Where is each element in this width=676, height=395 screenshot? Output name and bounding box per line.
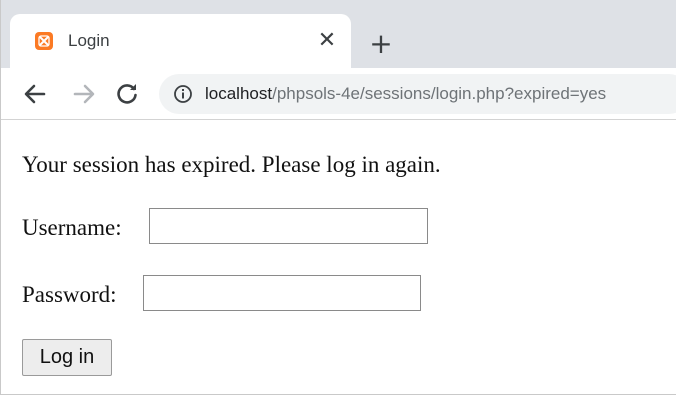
url-host: localhost bbox=[205, 84, 273, 103]
password-input[interactable] bbox=[143, 275, 421, 311]
reload-icon[interactable] bbox=[113, 80, 141, 108]
new-tab-button[interactable]: + bbox=[367, 30, 395, 58]
username-input[interactable] bbox=[149, 208, 428, 244]
browser-window: Login ✕ + localhost/phpsols-4e/sessions/… bbox=[0, 0, 676, 395]
url-text: localhost/phpsols-4e/sessions/login.php?… bbox=[205, 83, 606, 105]
tab-title: Login bbox=[68, 31, 110, 50]
info-icon[interactable] bbox=[173, 84, 193, 104]
tab-strip: Login ✕ + bbox=[1, 0, 676, 68]
tab-login[interactable]: Login ✕ bbox=[10, 14, 351, 68]
toolbar: localhost/phpsols-4e/sessions/login.php?… bbox=[1, 68, 676, 120]
arrow-right-icon[interactable] bbox=[70, 80, 98, 108]
username-label: Username: bbox=[22, 215, 122, 240]
session-expired-message: Your session has expired. Please log in … bbox=[22, 152, 441, 177]
login-button[interactable]: Log in bbox=[22, 339, 112, 376]
password-label: Password: bbox=[22, 282, 117, 307]
url-path: /phpsols-4e/sessions/login.php?expired=y… bbox=[272, 84, 607, 103]
address-bar[interactable]: localhost/phpsols-4e/sessions/login.php?… bbox=[159, 74, 676, 114]
xampp-icon bbox=[35, 32, 53, 50]
arrow-left-icon[interactable] bbox=[21, 80, 49, 108]
close-icon[interactable]: ✕ bbox=[315, 29, 339, 53]
